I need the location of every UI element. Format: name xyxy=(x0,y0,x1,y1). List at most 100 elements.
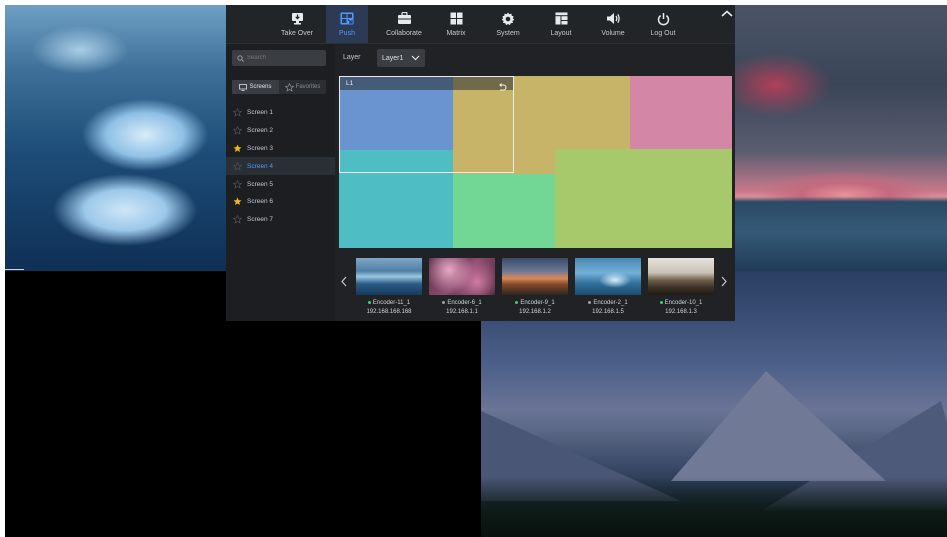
sidebar-item-screen[interactable]: Screen 2 xyxy=(226,122,335,140)
search-input[interactable] xyxy=(247,55,321,61)
collapse-panel-icon[interactable] xyxy=(720,6,734,17)
sidebar-item-label: Screen 7 xyxy=(247,216,274,224)
matrix-icon xyxy=(447,11,465,26)
tab-screens[interactable]: Screens xyxy=(232,80,279,94)
encoder-preview-image xyxy=(575,258,641,295)
nav-push[interactable]: Push xyxy=(326,5,368,43)
layout-icon xyxy=(552,11,570,26)
layer-toolbar: Layer Layer1 xyxy=(335,44,735,73)
chevron-down-icon xyxy=(411,55,420,61)
nav-layout-label: Layout xyxy=(550,30,572,37)
window-l1-header: L1 xyxy=(340,77,513,91)
sidebar-item-screen[interactable]: Screen 6 xyxy=(226,193,335,211)
sidebar-item-label: Screen 2 xyxy=(247,127,274,135)
control-panel: Take Over Push Collaborate Matrix System xyxy=(226,5,735,321)
nav-volume-label: Volume xyxy=(601,30,625,37)
encoder-preview-image xyxy=(429,258,495,295)
nav-layout[interactable]: Layout xyxy=(535,5,587,43)
divider-line xyxy=(5,269,24,270)
encoder-name: Encoder-9_1 xyxy=(520,300,555,306)
search-box[interactable] xyxy=(232,50,326,66)
screens-sidebar: Screens Favorites Screen 1Screen 2Screen… xyxy=(226,44,335,321)
sidebar-item-screen[interactable]: Screen 7 xyxy=(226,211,335,229)
nav-take-over-label: Take Over xyxy=(281,30,313,37)
encoder-thumbnail[interactable]: Encoder-10_1 192.168.1.3 xyxy=(648,258,714,322)
star-filled-icon[interactable] xyxy=(233,144,242,153)
encoder-thumbnail[interactable]: Encoder-2_1 192.168.1.5 xyxy=(575,258,641,322)
collaborate-icon xyxy=(395,11,413,26)
star-outline-icon[interactable] xyxy=(233,126,242,135)
encoder-ip: 192.168.1.2 xyxy=(519,309,551,315)
monitor-icon xyxy=(239,83,248,91)
window-region-green-right[interactable] xyxy=(555,149,732,248)
window-region-pink[interactable] xyxy=(630,76,732,149)
nav-collaborate[interactable]: Collaborate xyxy=(378,5,430,43)
window-l1-title: L1 xyxy=(346,80,354,87)
nav-system-label: System xyxy=(496,30,520,37)
sidebar-item-screen[interactable]: Screen 3 xyxy=(226,140,335,158)
encoder-thumbnail[interactable]: Encoder-6_1 192.168.1.1 xyxy=(429,258,495,322)
sidebar-item-label: Screen 6 xyxy=(247,198,274,206)
undo-icon[interactable] xyxy=(497,79,507,91)
encoder-name: Encoder-2_1 xyxy=(593,300,628,306)
layer-select[interactable]: Layer1 xyxy=(377,49,425,67)
search-icon xyxy=(237,54,244,62)
star-outline-icon[interactable] xyxy=(233,179,242,189)
sidebar-item-label: Screen 5 xyxy=(247,180,274,188)
take-over-icon xyxy=(288,11,306,26)
nav-log-out[interactable]: Log Out xyxy=(637,5,689,43)
star-outline-icon[interactable] xyxy=(233,161,242,171)
star-filled-icon[interactable] xyxy=(233,197,242,206)
sidebar-item-label: Screen 3 xyxy=(247,144,274,152)
tab-favorites-label: Favorites xyxy=(295,84,321,90)
star-outline-icon[interactable] xyxy=(233,108,242,118)
encoder-ip: 192.168.1.5 xyxy=(592,309,624,315)
encoder-preview-image xyxy=(502,258,568,295)
background-sunset-sky-image xyxy=(735,5,947,271)
power-icon xyxy=(654,11,672,26)
carousel-prev-icon[interactable] xyxy=(339,273,349,289)
encoder-ip: 192.168.1.1 xyxy=(446,309,478,315)
sidebar-item-screen[interactable]: Screen 1 xyxy=(226,104,335,122)
encoder-preview-image xyxy=(648,258,714,295)
nav-collaborate-label: Collaborate xyxy=(386,30,422,37)
nav-push-label: Push xyxy=(339,30,355,37)
sidebar-item-screen[interactable]: Screen 5 xyxy=(226,175,335,193)
tab-favorites[interactable]: Favorites xyxy=(279,80,326,94)
background-iceberg-image xyxy=(5,5,227,271)
encoder-preview-image xyxy=(356,258,422,295)
star-outline-icon xyxy=(284,82,294,92)
nav-volume[interactable]: Volume xyxy=(587,5,639,43)
encoder-carousel: Encoder-11_1 192.168.168.168 Encoder-6_1… xyxy=(335,253,735,321)
nav-take-over[interactable]: Take Over xyxy=(271,5,323,43)
system-gear-icon xyxy=(499,11,517,26)
nav-matrix-label: Matrix xyxy=(446,30,466,37)
layer-label: Layer xyxy=(343,54,361,61)
encoder-name: Encoder-6_1 xyxy=(447,300,482,306)
encoder-thumbnail[interactable]: Encoder-11_1 192.168.168.168 xyxy=(356,258,422,322)
encoder-name: Encoder-10_1 xyxy=(664,300,703,306)
top-navigation-bar: Take Over Push Collaborate Matrix System xyxy=(226,5,735,44)
sidebar-item-screen[interactable]: Screen 4 xyxy=(226,157,335,176)
encoder-ip: 192.168.168.168 xyxy=(366,309,412,315)
screen-layout-canvas[interactable]: L1 xyxy=(339,76,732,248)
star-outline-icon[interactable] xyxy=(233,215,242,224)
window-region-mint[interactable] xyxy=(453,174,555,248)
sidebar-item-label: Screen 4 xyxy=(247,162,274,170)
nav-system[interactable]: System xyxy=(482,5,534,43)
push-icon xyxy=(338,11,356,26)
selected-window-l1[interactable]: L1 xyxy=(339,76,514,173)
status-dot-icon xyxy=(367,300,371,304)
sidebar-tabs: Screens Favorites xyxy=(232,80,326,94)
encoder-thumbnail[interactable]: Encoder-9_1 192.168.1.2 xyxy=(502,258,568,322)
sidebar-item-label: Screen 1 xyxy=(247,109,274,117)
volume-icon xyxy=(604,11,622,26)
status-dot-icon xyxy=(515,300,519,304)
nav-matrix[interactable]: Matrix xyxy=(430,5,482,43)
nav-log-out-label: Log Out xyxy=(650,30,676,37)
carousel-next-icon[interactable] xyxy=(719,273,729,289)
status-dot-icon xyxy=(659,300,663,304)
encoder-ip: 192.168.1.3 xyxy=(665,309,697,315)
status-dot-icon xyxy=(442,300,446,304)
screen-list: Screen 1 Screen 2 Screen 3 Screen 4 Screen 5… xyxy=(226,104,335,229)
